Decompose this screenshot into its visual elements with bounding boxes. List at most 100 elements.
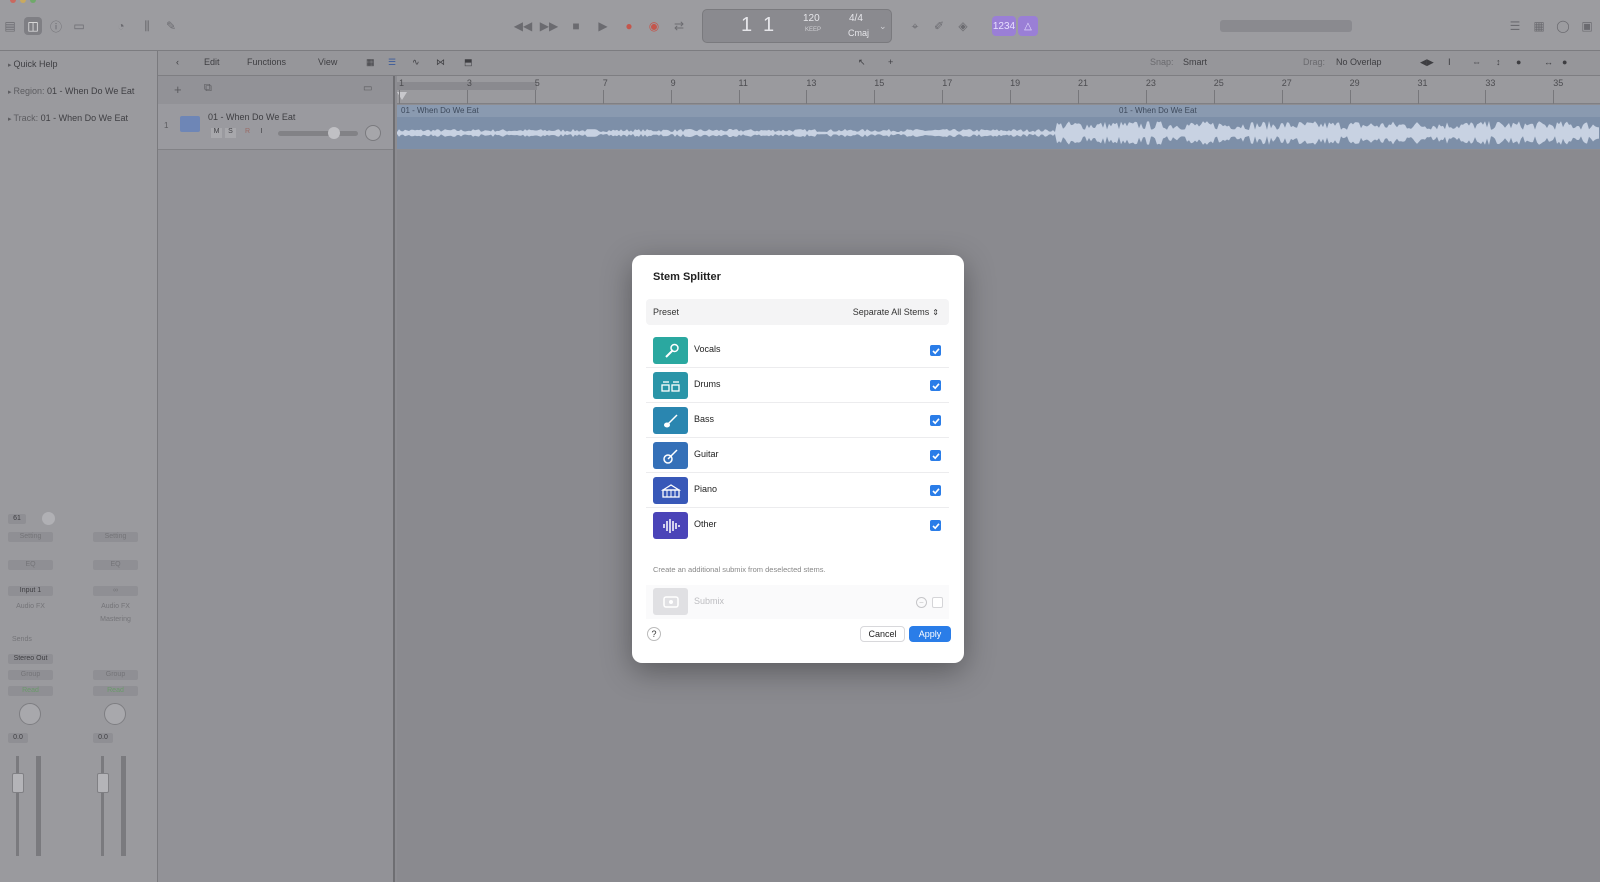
- pointer-tool-icon[interactable]: ↖: [858, 57, 866, 68]
- stem-row-guitar[interactable]: Guitar: [646, 438, 949, 473]
- gain-knob[interactable]: [42, 512, 55, 525]
- automation-icon[interactable]: ∿: [412, 57, 420, 68]
- chevron-down-icon[interactable]: ⌄: [879, 21, 887, 32]
- metronome-settings-icon[interactable]: ◈: [954, 17, 972, 35]
- mute-button[interactable]: M: [211, 128, 222, 138]
- zoom-knob[interactable]: ●: [1516, 57, 1521, 67]
- audio-fx-label-1[interactable]: Audio FX: [8, 603, 53, 610]
- capture-recording-icon[interactable]: ◉: [645, 17, 663, 35]
- stem-checkbox[interactable]: [930, 415, 941, 426]
- add-track-button[interactable]: +: [174, 82, 182, 97]
- horizontal-zoom-icon[interactable]: ⇔: [1472, 57, 1481, 67]
- drag-select[interactable]: No Overlap: [1336, 57, 1382, 67]
- audio-fx-label-2[interactable]: Audio FX: [93, 603, 138, 610]
- record-enable-button[interactable]: R: [242, 128, 253, 138]
- edit-menu[interactable]: Edit: [204, 57, 220, 67]
- track-row[interactable]: ▸ Track: 01 - When Do We Eat: [8, 113, 128, 123]
- sends-label[interactable]: Sends: [12, 636, 32, 643]
- snap-select[interactable]: Smart: [1183, 57, 1207, 67]
- automation-button-1[interactable]: Read: [8, 686, 53, 696]
- stem-row-bass[interactable]: Bass: [646, 403, 949, 438]
- track-lane-empty[interactable]: [397, 150, 1600, 882]
- mixer-icon[interactable]: ⫼: [138, 17, 156, 35]
- loop-browser-icon[interactable]: ◯: [1554, 17, 1572, 35]
- fit-icon[interactable]: ↔: [1544, 57, 1553, 67]
- cycle-icon[interactable]: ⇄: [670, 17, 688, 35]
- volume-fader-2[interactable]: [97, 773, 109, 793]
- waveform-zoom-icon[interactable]: ◀▶: [1420, 57, 1434, 68]
- functions-menu[interactable]: Functions: [247, 57, 286, 67]
- smart-controls-icon[interactable]: ◔: [112, 17, 130, 35]
- track-name[interactable]: 01 - When Do We Eat: [208, 112, 295, 122]
- track-volume-slider[interactable]: [278, 131, 358, 136]
- stem-checkbox[interactable]: [930, 520, 941, 531]
- input-button[interactable]: Input 1: [8, 586, 53, 596]
- solo-button[interactable]: S: [225, 128, 236, 138]
- count-in-button[interactable]: 1234: [992, 16, 1016, 36]
- stem-row-vocals[interactable]: Vocals: [646, 333, 949, 368]
- browser-icon[interactable]: ▣: [1578, 17, 1596, 35]
- list-view-icon[interactable]: ☰: [388, 57, 396, 68]
- input-monitor-button[interactable]: I: [256, 128, 267, 138]
- flex-icon[interactable]: ⋈: [436, 57, 445, 68]
- global-tracks-icon[interactable]: ▭: [363, 83, 372, 94]
- view-menu[interactable]: View: [318, 57, 337, 67]
- back-chevron-icon[interactable]: ‹: [176, 57, 179, 67]
- stem-row-drums[interactable]: Drums: [646, 368, 949, 403]
- record-icon[interactable]: ●: [620, 17, 638, 35]
- automation-button-2[interactable]: Read: [93, 686, 138, 696]
- cancel-button[interactable]: Cancel: [860, 626, 905, 642]
- setting-button-2[interactable]: Setting: [93, 532, 138, 542]
- duplicate-track-icon[interactable]: ⧉: [204, 82, 212, 95]
- link-button[interactable]: ∞: [93, 586, 138, 596]
- track-volume-knob[interactable]: [328, 127, 340, 139]
- mastering-label[interactable]: Mastering: [93, 616, 138, 623]
- library-icon[interactable]: ▤: [2, 17, 18, 35]
- stem-checkbox[interactable]: [930, 485, 941, 496]
- group-button-2[interactable]: Group: [93, 670, 138, 680]
- zoom-window-button[interactable]: [30, 0, 36, 3]
- lcd-display[interactable]: 1 1 120 KEEP 4/4 Cmaj ⌄: [702, 9, 892, 43]
- region-row[interactable]: ▸ Region: 01 - When Do We Eat: [8, 86, 134, 96]
- track-pan-knob[interactable]: [365, 125, 381, 141]
- gain-value[interactable]: 61: [8, 514, 26, 524]
- track-header-1[interactable]: 1 01 - When Do We Eat M S R I: [158, 104, 393, 150]
- pencil-icon[interactable]: ✐: [930, 17, 948, 35]
- catch-icon[interactable]: ⬒: [464, 57, 473, 68]
- editors-icon[interactable]: ✎: [162, 17, 180, 35]
- stem-checkbox[interactable]: [930, 380, 941, 391]
- fast-forward-icon[interactable]: ▶▶: [540, 17, 558, 35]
- stem-row-other[interactable]: Other: [646, 508, 949, 543]
- timeline-ruler[interactable]: 1 3 5 7 9 11 13 15 17 19 21 23 25 27 29 31 33 35: [397, 76, 1600, 104]
- apply-button[interactable]: Apply: [909, 626, 951, 642]
- zoom-slider-knob[interactable]: ●: [1562, 57, 1567, 67]
- pan-knob-1[interactable]: [19, 703, 41, 725]
- play-icon[interactable]: ▶: [594, 17, 612, 35]
- stop-icon[interactable]: ■: [567, 17, 585, 35]
- quick-help-icon[interactable]: ⓘ: [47, 17, 65, 35]
- toolbar-icon[interactable]: ▭: [70, 17, 88, 35]
- output-button[interactable]: Stereo Out: [8, 654, 53, 664]
- tuner-icon[interactable]: ⌖: [906, 17, 924, 35]
- preset-select[interactable]: Separate All Stems ⇕: [853, 307, 939, 317]
- preset-row[interactable]: Preset Separate All Stems ⇕: [646, 299, 949, 325]
- volume-fader-1[interactable]: [12, 773, 24, 793]
- inspector-button[interactable]: ◫: [24, 17, 42, 35]
- close-window-button[interactable]: [10, 0, 16, 3]
- eq-button-2[interactable]: EQ: [93, 560, 138, 570]
- notepad-icon[interactable]: ▦: [1530, 17, 1548, 35]
- minimize-window-button[interactable]: [20, 0, 26, 3]
- list-editors-icon[interactable]: ☰: [1506, 17, 1524, 35]
- rewind-icon[interactable]: ◀◀: [514, 17, 532, 35]
- eq-button-1[interactable]: EQ: [8, 560, 53, 570]
- pan-knob-2[interactable]: [104, 703, 126, 725]
- group-button-1[interactable]: Group: [8, 670, 53, 680]
- vertical-zoom-icon[interactable]: Ⅰ: [1448, 57, 1451, 68]
- help-button[interactable]: ?: [647, 627, 661, 641]
- metronome-icon[interactable]: △: [1018, 16, 1038, 36]
- stem-checkbox[interactable]: [930, 345, 941, 356]
- setting-button-1[interactable]: Setting: [8, 532, 53, 542]
- stem-row-piano[interactable]: Piano: [646, 473, 949, 508]
- quick-help-row[interactable]: ▸ Quick Help: [8, 59, 57, 69]
- audio-region[interactable]: 01 - When Do We Eat 01 - When Do We Eat: [397, 105, 1600, 149]
